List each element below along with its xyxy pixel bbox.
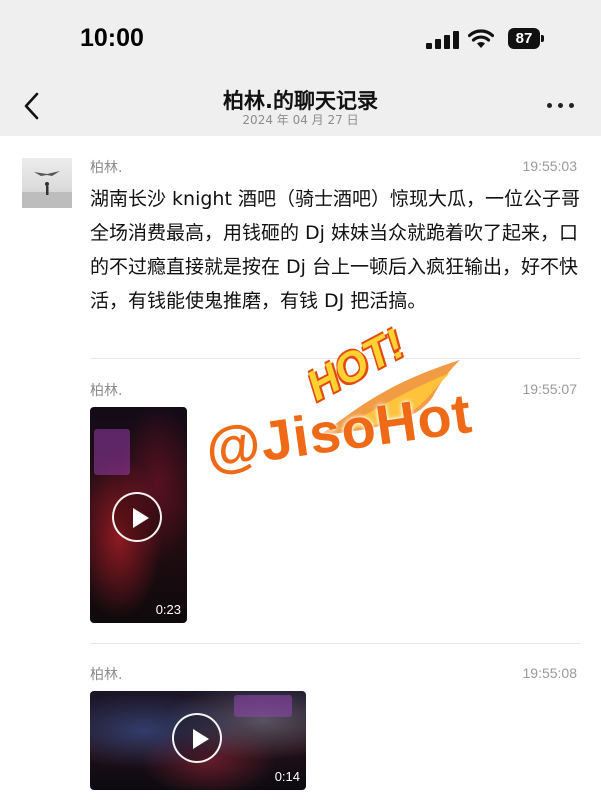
battery-indicator: 87 xyxy=(508,28,544,49)
play-icon[interactable] xyxy=(172,713,222,763)
video-message-thumbnail[interactable]: 0:14 xyxy=(90,691,306,790)
watermark-handle: @JisoHot xyxy=(201,381,476,481)
cellular-signal-icon xyxy=(426,31,459,49)
message-sender: 柏林. xyxy=(90,667,123,683)
clock: 10:00 xyxy=(80,24,144,52)
history-date: 2024 年 04 月 27 日 xyxy=(242,113,359,127)
watermark: HOT! @JisoHot xyxy=(200,320,530,535)
avatar[interactable] xyxy=(22,158,72,208)
message-divider xyxy=(90,643,580,644)
flame-icon xyxy=(320,360,460,435)
hot-badge: HOT! xyxy=(298,319,412,410)
message-time: 19:55:08 xyxy=(522,665,578,681)
video-overlay-sticker xyxy=(94,429,130,475)
wifi-icon xyxy=(468,29,494,48)
more-options-icon[interactable] xyxy=(546,98,576,110)
status-bar: 10:00 87 xyxy=(0,0,601,80)
message-sender: 柏林. xyxy=(90,160,123,176)
chat-history-header: 柏林.的聊天记录 2024 年 04 月 27 日 xyxy=(0,80,601,136)
message-divider xyxy=(90,358,580,359)
video-duration: 0:14 xyxy=(274,769,300,784)
play-icon[interactable] xyxy=(112,492,162,542)
message-text: 湖南长沙 knight 酒吧（骑士酒吧）惊现大瓜，一位公子哥全场消费最高，用钱砸… xyxy=(90,188,580,312)
message-time: 19:55:03 xyxy=(522,158,578,174)
avatar-figure-image xyxy=(22,171,72,208)
message-time: 19:55:07 xyxy=(522,381,578,397)
video-message-thumbnail[interactable]: 0:23 xyxy=(90,407,187,623)
video-overlay-sticker xyxy=(234,695,292,717)
message-sender: 柏林. xyxy=(90,383,123,399)
video-duration: 0:23 xyxy=(155,602,181,617)
